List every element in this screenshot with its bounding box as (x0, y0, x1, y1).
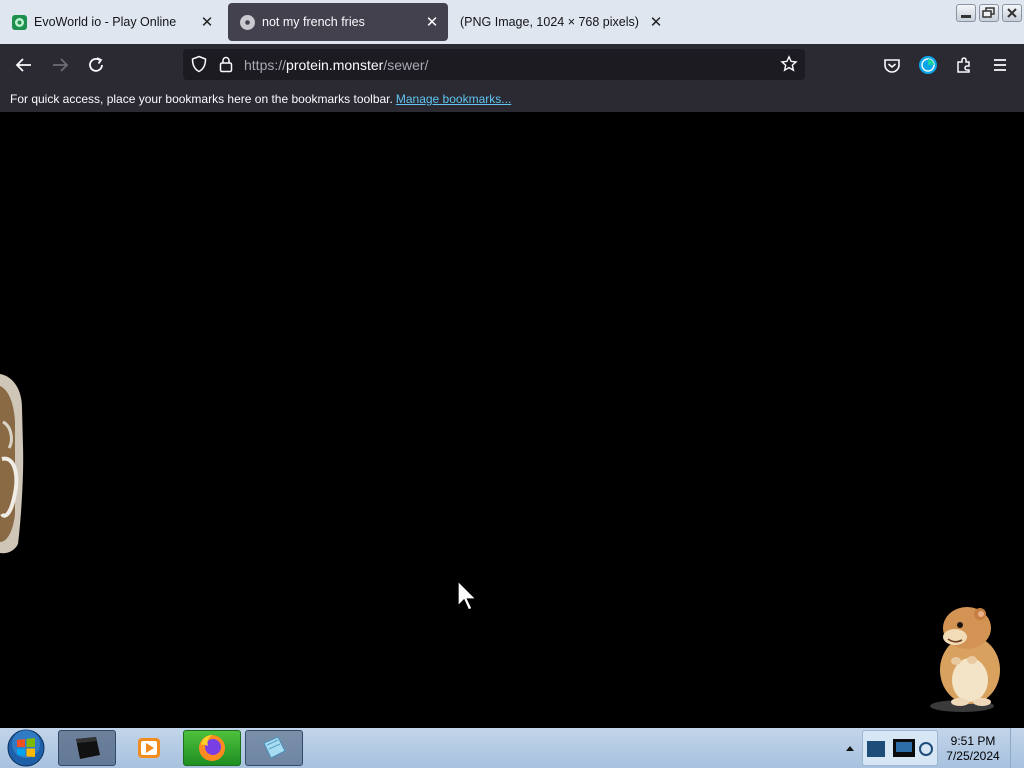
manage-bookmarks-link[interactable]: Manage bookmarks... (396, 92, 511, 106)
close-tab-icon[interactable]: ✕ (422, 12, 442, 32)
system-clock[interactable]: 9:51 PM 7/25/2024 (942, 734, 1004, 764)
url-scheme: https:// (244, 57, 287, 73)
hamster-sprite-icon (930, 607, 1000, 712)
screen: { "browser": { "tabs": [ {"title": "EvoW… (0, 0, 1024, 768)
taskbar: 9:51 PM 7/25/2024 (0, 728, 1024, 768)
account-avatar-icon (919, 56, 937, 74)
pocket-button[interactable] (880, 53, 904, 77)
pocket-icon (884, 59, 900, 73)
disc-favicon-icon (240, 14, 255, 30)
bookmarks-hint: For quick access, place your bookmarks h… (10, 92, 511, 106)
media-center-icon (138, 738, 160, 758)
app-menu-button[interactable] (988, 53, 1012, 77)
url-host: protein.monster (286, 57, 384, 73)
hamburger-menu-icon (994, 59, 1006, 71)
show-desktop-button[interactable] (1010, 728, 1024, 768)
evoworld-favicon-icon (12, 14, 27, 30)
taskbar-media-center-button[interactable] (120, 730, 178, 766)
url-text[interactable]: https://protein.monster/sewer/ (244, 57, 428, 73)
jar-sprite-icon (0, 374, 24, 554)
taskbar-media-player-button[interactable] (58, 730, 116, 766)
restore-button[interactable] (979, 4, 999, 22)
tracking-protection-shield-icon[interactable] (190, 55, 208, 73)
minimize-button[interactable] (956, 4, 976, 22)
media-player-icon (76, 737, 100, 759)
mouse-pointer-icon (457, 580, 478, 611)
extensions-button[interactable] (952, 53, 976, 77)
bookmarks-toolbar: For quick access, place your bookmarks h… (0, 86, 1024, 112)
notepad-icon (263, 736, 286, 759)
lock-icon[interactable] (218, 55, 234, 73)
close-window-icon (1007, 8, 1017, 18)
tab-png-image[interactable]: (PNG Image, 1024 × 768 pixels) ✕ (450, 3, 672, 41)
page-content (0, 112, 1024, 728)
show-hidden-icons-button[interactable] (840, 728, 860, 768)
account-button[interactable] (916, 53, 940, 77)
taskbar-firefox-button[interactable] (183, 730, 241, 766)
bookmark-star-icon[interactable] (780, 55, 798, 73)
taskbar-notepad-button[interactable] (245, 730, 303, 766)
tab-strip: EvoWorld io - Play Online ✕ not my frenc… (0, 0, 1024, 44)
bookmarks-hint-text: For quick access, place your bookmarks h… (10, 92, 393, 106)
url-path: /sewer/ (383, 57, 429, 73)
address-bar[interactable]: https://protein.monster/sewer/ (183, 49, 805, 80)
close-tab-icon[interactable]: ✕ (646, 12, 666, 32)
windows-start-orb-icon (7, 729, 45, 767)
tab-title: EvoWorld io - Play Online (34, 15, 177, 29)
firefox-icon (199, 735, 225, 761)
puzzle-icon (957, 57, 970, 73)
close-tab-icon[interactable]: ✕ (197, 12, 217, 32)
close-window-button[interactable] (1002, 4, 1022, 22)
clock-time: 9:51 PM (950, 734, 996, 748)
forward-button[interactable] (48, 53, 72, 77)
tray-up-arrow-icon (846, 746, 854, 751)
tab-title: not my french fries (262, 15, 365, 29)
back-button[interactable] (12, 53, 36, 77)
tray-network-volume-icon (867, 739, 933, 757)
restore-icon (982, 7, 995, 18)
reload-icon (89, 57, 103, 72)
tab-title: (PNG Image, 1024 × 768 pixels) (460, 15, 639, 29)
tab-french-fries[interactable]: not my french fries ✕ (228, 3, 448, 41)
system-tray-icons[interactable] (862, 730, 938, 766)
back-arrow-icon (15, 58, 31, 72)
tab-evoworld[interactable]: EvoWorld io - Play Online ✕ (0, 3, 223, 41)
clock-date: 7/25/2024 (946, 749, 1000, 763)
reload-button[interactable] (84, 53, 108, 77)
forward-arrow-icon (53, 58, 69, 72)
minimize-icon (961, 15, 971, 18)
start-button[interactable] (4, 728, 48, 768)
